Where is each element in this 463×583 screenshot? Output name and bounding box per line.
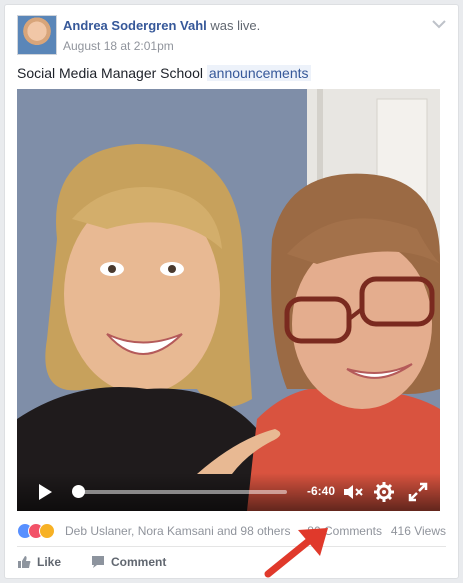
views-count: 416 Views [390,524,446,538]
progress-bar[interactable] [77,490,287,494]
chevron-down-icon[interactable] [432,19,446,29]
divider [17,546,446,547]
annotation-arrow [264,528,328,578]
avatar[interactable] [17,15,57,55]
comment-label: Comment [111,555,167,569]
video-controls: -6:40 [17,473,440,511]
like-button[interactable]: Like [17,555,61,569]
reaction-icons[interactable] [17,523,61,539]
post-stats: Deb Uslaner, Nora Kamsani and 98 others … [17,520,446,542]
video-frame [17,89,440,511]
post-card: Andrea Sodergren Vahl was live. August 1… [4,4,459,579]
post-header: Andrea Sodergren Vahl was live. August 1… [17,15,446,59]
post-action-text: was live. [210,18,261,33]
like-label: Like [37,555,62,569]
comment-bubble-icon [92,556,104,568]
mute-icon[interactable] [343,483,363,501]
thumbs-up-icon [18,556,31,568]
time-remaining: -6:40 [307,484,336,498]
gear-icon[interactable] [374,482,394,502]
progress-handle[interactable] [72,485,85,498]
comment-button[interactable]: Comment [91,555,166,569]
post-actions: Like Comment [17,553,446,575]
haha-reaction-icon [39,523,55,539]
hashtag-link[interactable]: announcements [206,65,311,81]
video-player[interactable]: -6:40 [17,89,440,511]
reactors-text[interactable]: Deb Uslaner, Nora Kamsani and 98 others [65,524,290,538]
author-line: Andrea Sodergren Vahl was live. [63,18,260,33]
author-name[interactable]: Andrea Sodergren Vahl [63,18,207,33]
play-icon[interactable] [37,483,53,501]
post-body: Social Media Manager School [17,65,203,81]
post-timestamp[interactable]: August 18 at 2:01pm [63,39,174,53]
fullscreen-icon[interactable] [408,482,428,502]
post-text: Social Media Manager School announcement… [17,64,311,82]
